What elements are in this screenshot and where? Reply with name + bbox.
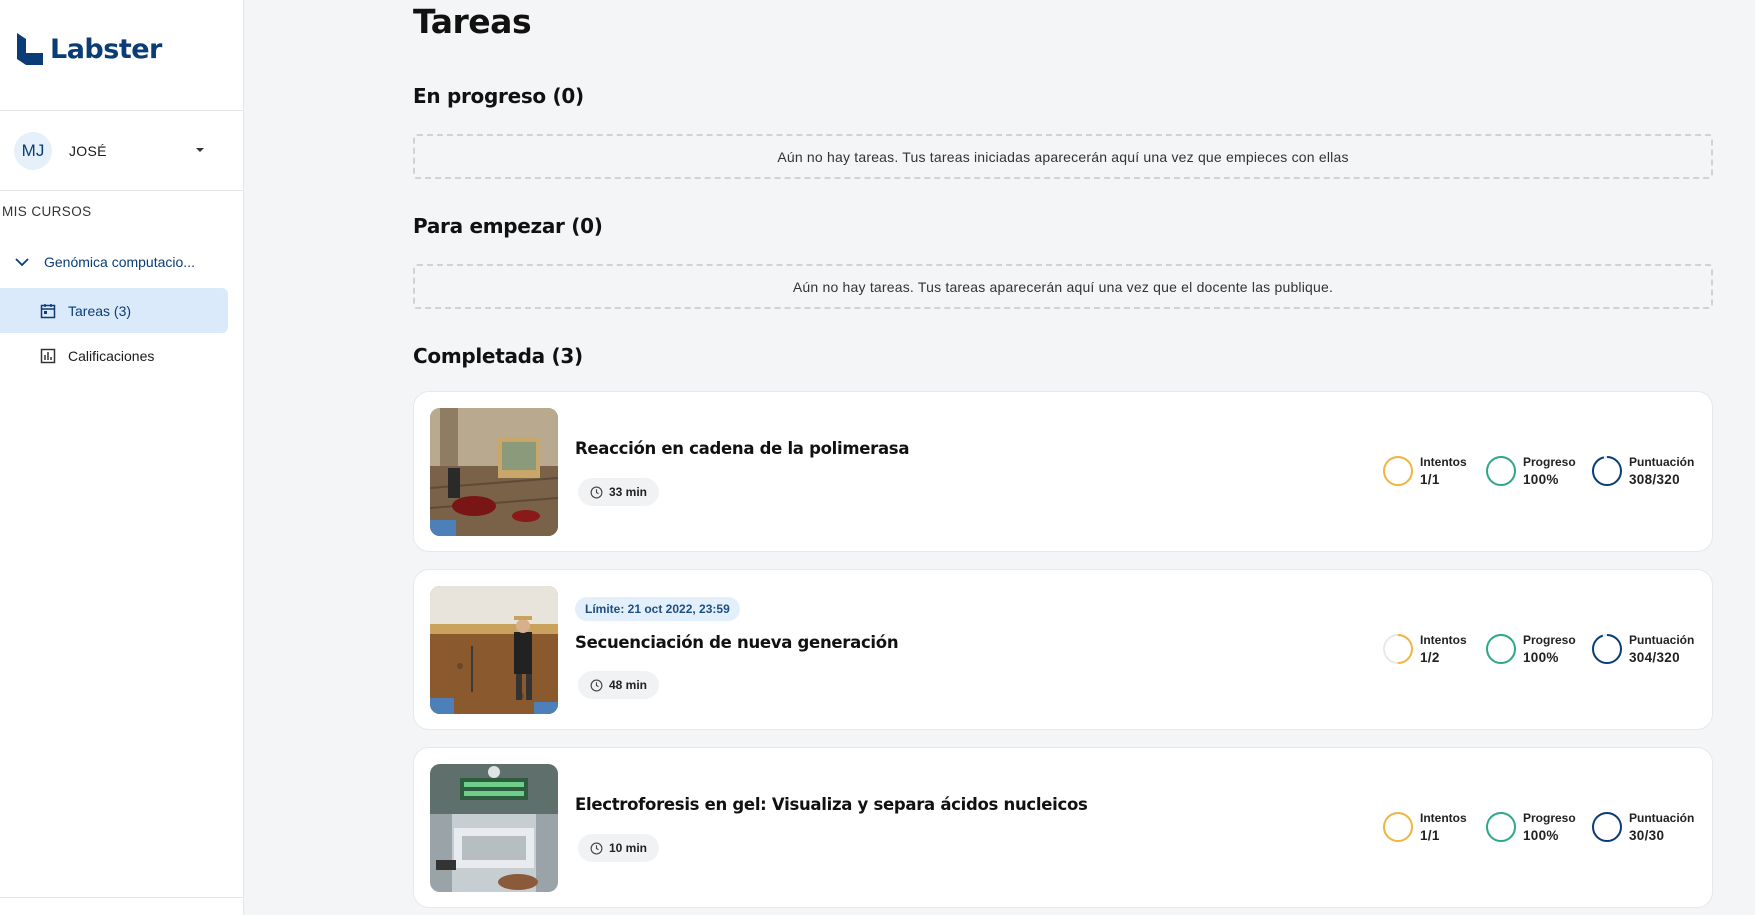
ring-fill [1486, 634, 1516, 664]
score-value: 30/30 [1629, 828, 1665, 843]
my-courses-label: MIS CURSOS [2, 204, 92, 219]
clock-icon [590, 679, 603, 691]
progress-label: Progreso [1523, 811, 1576, 825]
score-label: Puntuación [1629, 633, 1695, 647]
field-scene-image [430, 586, 558, 714]
sidebar-item-label: Tareas (3) [68, 302, 132, 319]
divider [0, 190, 244, 191]
deadline-badge: Límite: 21 oct 2022, 23:59 [575, 597, 740, 621]
simulation-thumbnail[interactable] [430, 764, 558, 892]
in-progress-heading: En progreso (0) [413, 84, 584, 108]
assignment-title[interactable]: Secuenciación de nueva generación [575, 633, 899, 652]
attempts-ring [1383, 634, 1413, 664]
crime-scene-image [430, 408, 558, 536]
attempts-stat: Intentos 1/1 [1382, 454, 1467, 488]
page-title: Tareas [413, 2, 532, 41]
duration-text: 33 min [609, 485, 648, 499]
completed-heading: Completada (3) [413, 344, 583, 368]
sidebar-item-label: Calificaciones [68, 347, 155, 364]
progress-label: Progreso [1523, 455, 1576, 469]
progress-label: Progreso [1523, 633, 1576, 647]
labster-logo[interactable]: Labster [16, 32, 162, 66]
attempts-label: Intentos [1420, 455, 1467, 469]
course-name: Genómica computacio... [44, 254, 195, 270]
user-name: JOSÉ [69, 143, 107, 159]
ring-fill [1383, 456, 1413, 486]
attempts-stat: Intentos 1/1 [1382, 810, 1467, 844]
assignment-title[interactable]: Electroforesis en gel: Visualiza y separ… [575, 795, 1088, 814]
attempts-stat: Intentos 1/2 [1382, 632, 1467, 666]
progress-ring [1486, 634, 1516, 664]
lab-scene-image [430, 764, 558, 892]
score-stat: Puntuación 304/320 [1591, 632, 1694, 666]
to-start-heading: Para empezar (0) [413, 214, 603, 238]
avatar: MJ [14, 132, 52, 170]
user-menu[interactable]: MJ JOSÉ [14, 131, 210, 171]
progress-stat: Progreso 100% [1485, 810, 1576, 844]
caret-down-icon[interactable] [196, 148, 204, 152]
score-value: 304/320 [1629, 650, 1680, 665]
attempts-ring [1383, 812, 1413, 842]
ring-fill [1383, 812, 1413, 842]
duration-badge: 33 min [578, 478, 660, 506]
progress-value: 100% [1523, 828, 1559, 843]
assignment-title[interactable]: Reacción en cadena de la polimerasa [575, 439, 909, 458]
duration-badge: 48 min [578, 671, 660, 699]
divider [0, 897, 244, 898]
progress-ring [1486, 456, 1516, 486]
clock-icon [590, 486, 603, 498]
duration-text: 48 min [609, 678, 648, 692]
calendar-icon [40, 303, 56, 318]
ring-fill [1592, 634, 1622, 664]
attempts-ring [1383, 456, 1413, 486]
simulation-thumbnail[interactable] [430, 408, 558, 536]
ring-fill [1486, 812, 1516, 842]
course-toggle[interactable]: Genómica computacio... [14, 254, 195, 270]
score-label: Puntuación [1629, 811, 1695, 825]
ring-fill [1592, 456, 1622, 486]
simulation-thumbnail[interactable] [430, 586, 558, 714]
attempts-value: 1/2 [1420, 650, 1440, 665]
assignment-card-pcr[interactable]: Reacción en cadena de la polimerasa 33 m… [413, 391, 1713, 552]
score-stat: Puntuación 308/320 [1591, 454, 1694, 488]
clock-icon [590, 842, 603, 854]
assignment-card-gel[interactable]: Electroforesis en gel: Visualiza y separ… [413, 747, 1713, 908]
ring-fill [1486, 456, 1516, 486]
brand-name: Labster [50, 33, 162, 65]
assignment-card-ngs[interactable]: Límite: 21 oct 2022, 23:59 Secuenciación… [413, 569, 1713, 730]
sidebar-item-calificaciones[interactable]: Calificaciones [0, 333, 228, 378]
labster-logo-icon [17, 33, 43, 65]
duration-text: 10 min [609, 841, 648, 855]
sidebar-item-tareas[interactable]: Tareas (3) [0, 288, 228, 333]
score-stat: Puntuación 30/30 [1591, 810, 1694, 844]
ring-fill [1592, 812, 1622, 842]
progress-stat: Progreso 100% [1485, 454, 1576, 488]
chevron-down-icon [15, 258, 29, 267]
progress-ring [1486, 812, 1516, 842]
score-ring [1592, 812, 1622, 842]
in-progress-empty-state: Aún no hay tareas. Tus tareas iniciadas … [413, 134, 1713, 179]
to-start-empty-state: Aún no hay tareas. Tus tareas aparecerán… [413, 264, 1713, 309]
bar-chart-icon [40, 348, 56, 363]
divider [0, 110, 244, 111]
score-value: 308/320 [1629, 472, 1680, 487]
attempts-value: 1/1 [1420, 828, 1440, 843]
attempts-value: 1/1 [1420, 472, 1440, 487]
score-label: Puntuación [1629, 455, 1695, 469]
duration-badge: 10 min [578, 834, 660, 862]
sidebar: Labster MJ JOSÉ MIS CURSOS Genómica comp… [0, 0, 244, 915]
attempts-label: Intentos [1420, 811, 1467, 825]
progress-value: 100% [1523, 650, 1559, 665]
progress-stat: Progreso 100% [1485, 632, 1576, 666]
score-ring [1592, 456, 1622, 486]
attempts-label: Intentos [1420, 633, 1467, 647]
score-ring [1592, 634, 1622, 664]
progress-value: 100% [1523, 472, 1559, 487]
